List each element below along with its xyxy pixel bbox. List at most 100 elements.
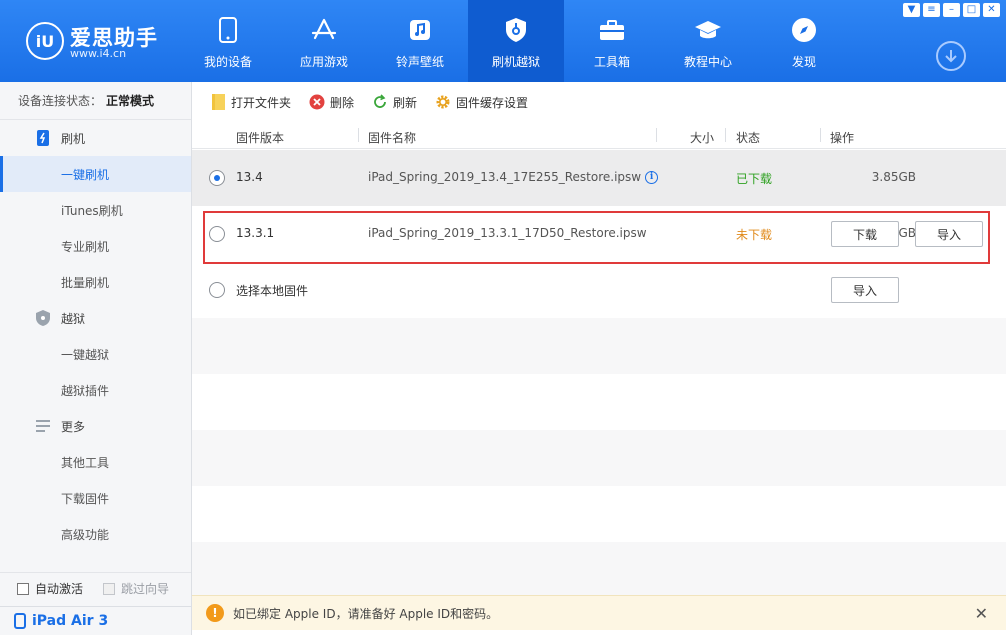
notice-bar: ! 如已绑定 Apple ID，请准备好 Apple ID和密码。 ✕ [192, 595, 1006, 630]
app-url: www.i4.cn [70, 47, 127, 60]
column-header-name: 固件名称 [368, 131, 417, 145]
open-folder-button[interactable]: 打开文件夹 [210, 94, 291, 111]
skip-guide-option[interactable]: 跳过向导 [103, 580, 169, 597]
sidebar-item-one-click-jailbreak[interactable]: 一键越狱 [0, 336, 191, 372]
sidebar-group-label: 越狱 [61, 311, 86, 326]
nav-apps-games[interactable]: 应用游戏 [276, 0, 372, 82]
column-divider[interactable] [358, 128, 359, 142]
cache-settings-button[interactable]: 固件缓存设置 [435, 94, 528, 111]
table-row[interactable]: 选择本地固件 导入 [192, 262, 1006, 318]
close-button[interactable]: ✕ [983, 3, 1000, 17]
firmware-radio[interactable] [209, 226, 225, 242]
menu-button[interactable]: ≡ [923, 3, 940, 17]
minimize-button[interactable]: – [943, 3, 960, 17]
delete-button[interactable]: 删除 [309, 94, 354, 111]
sidebar-item-other-tools[interactable]: 其他工具 [0, 444, 191, 480]
delete-icon [309, 94, 325, 110]
download-icon[interactable] [936, 41, 966, 71]
sidebar-options: 自动激活 跳过向导 [0, 572, 191, 604]
phone-icon [214, 16, 242, 44]
cache-settings-label: 固件缓存设置 [456, 95, 529, 110]
column-header-status: 状态 [736, 131, 761, 145]
folder-icon [210, 94, 226, 110]
firmware-radio[interactable] [209, 170, 225, 186]
sidebar-group-more[interactable]: 更多 [0, 408, 191, 444]
top-bar: iU 爱思助手 www.i4.cn 我的设备 应用游戏 铃声壁纸 刷机越狱 工具… [0, 0, 1006, 82]
sidebar-item-label: 批量刷机 [61, 275, 110, 290]
sidebar-item-label: 越狱插件 [61, 383, 110, 398]
auto-activate-checkbox[interactable] [17, 582, 29, 595]
empty-row [192, 486, 1006, 542]
info-icon[interactable]: i [645, 170, 659, 184]
nav-label: 工具箱 [593, 55, 630, 69]
nav-ringtones[interactable]: 铃声壁纸 [372, 0, 468, 82]
sidebar-group-jailbreak[interactable]: 越狱 [0, 300, 191, 336]
nav-my-device[interactable]: 我的设备 [180, 0, 276, 82]
main-nav: 我的设备 应用游戏 铃声壁纸 刷机越狱 工具箱 教程中心 发现 [180, 0, 852, 82]
local-firmware-label: 选择本地固件 [236, 284, 309, 298]
app-store-icon [310, 16, 338, 44]
import-local-button[interactable]: 导入 [831, 277, 899, 303]
column-divider[interactable] [820, 128, 821, 142]
column-divider[interactable] [656, 128, 657, 142]
sidebar-item-one-click-flash[interactable]: 一键刷机 [0, 156, 191, 192]
graduation-cap-icon [694, 16, 722, 44]
device-bar[interactable]: iPad Air 3 [0, 606, 191, 635]
column-divider[interactable] [725, 128, 726, 142]
music-icon [406, 16, 434, 44]
local-firmware-radio[interactable] [209, 282, 225, 298]
sidebar-item-label: 高级功能 [61, 527, 110, 542]
nav-label: 刷机越狱 [491, 55, 540, 69]
maximize-button[interactable]: □ [963, 3, 980, 17]
firmware-name: iPad_Spring_2019_13.4_17E255_Restore.ips… [368, 170, 659, 184]
sidebar-item-advanced[interactable]: 高级功能 [0, 516, 191, 552]
sidebar-group-flash[interactable]: 刷机 [0, 120, 191, 156]
sidebar-item-label: iTunes刷机 [61, 203, 123, 218]
nav-label: 教程中心 [683, 55, 732, 69]
sidebar-item-label: 专业刷机 [61, 239, 110, 254]
sidebar-item-label: 其他工具 [61, 455, 110, 470]
sidebar-item-label: 一键刷机 [61, 167, 110, 182]
download-button[interactable]: 下载 [831, 221, 899, 247]
nav-label: 铃声壁纸 [395, 55, 444, 69]
refresh-label: 刷新 [393, 95, 418, 110]
empty-row [192, 430, 1006, 486]
sidebar-group-label: 刷机 [61, 131, 86, 146]
column-header-size: 大小 [690, 131, 715, 145]
sidebar-group-label: 更多 [61, 419, 86, 434]
auto-activate-label: 自动激活 [35, 582, 84, 596]
refresh-button[interactable]: 刷新 [372, 94, 417, 111]
shield-icon [34, 309, 52, 327]
app-logo: iU 爱思助手 www.i4.cn [26, 18, 186, 66]
skip-guide-checkbox[interactable] [103, 582, 116, 595]
nav-tutorials[interactable]: 教程中心 [660, 0, 756, 82]
table-header: 固件版本 固件名称 大小 状态 操作 [192, 122, 1006, 149]
nav-flash-jailbreak[interactable]: 刷机越狱 [468, 0, 564, 82]
sidebar-item-itunes-flash[interactable]: iTunes刷机 [0, 192, 191, 228]
sidebar-item-label: 一键越狱 [61, 347, 110, 362]
main-panel: 打开文件夹 删除 刷新 固件缓存设置 固件版本 固件名称 大小 状态 操作 13… [192, 82, 1006, 635]
nav-label: 我的设备 [203, 55, 252, 69]
nav-discover[interactable]: 发现 [756, 0, 852, 82]
connection-status-label: 设备连接状态： [18, 94, 103, 108]
skin-button[interactable]: ▼ [903, 3, 920, 17]
firmware-status: 未下载 [736, 228, 773, 242]
firmware-size: 3.85GB [871, 170, 916, 184]
nav-toolbox[interactable]: 工具箱 [564, 0, 660, 82]
sidebar-item-download-firmware[interactable]: 下载固件 [0, 480, 191, 516]
close-icon[interactable]: ✕ [975, 604, 988, 623]
table-row[interactable]: 13.4 iPad_Spring_2019_13.4_17E255_Restor… [192, 150, 1006, 206]
skip-guide-label: 跳过向导 [121, 582, 170, 596]
toolbox-icon [598, 16, 626, 44]
auto-activate-option[interactable]: 自动激活 [17, 580, 83, 597]
firmware-version: 13.3.1 [236, 226, 275, 240]
sidebar-item-jailbreak-plugins[interactable]: 越狱插件 [0, 372, 191, 408]
table-row[interactable]: 13.3.1 iPad_Spring_2019_13.3.1_17D50_Res… [192, 206, 1006, 262]
tablet-icon [14, 613, 26, 629]
sidebar-item-batch-flash[interactable]: 批量刷机 [0, 264, 191, 300]
import-button[interactable]: 导入 [915, 221, 983, 247]
nav-label: 应用游戏 [299, 55, 348, 69]
firmware-version: 13.4 [236, 170, 263, 184]
sidebar-item-pro-flash[interactable]: 专业刷机 [0, 228, 191, 264]
column-header-version: 固件版本 [236, 131, 285, 145]
